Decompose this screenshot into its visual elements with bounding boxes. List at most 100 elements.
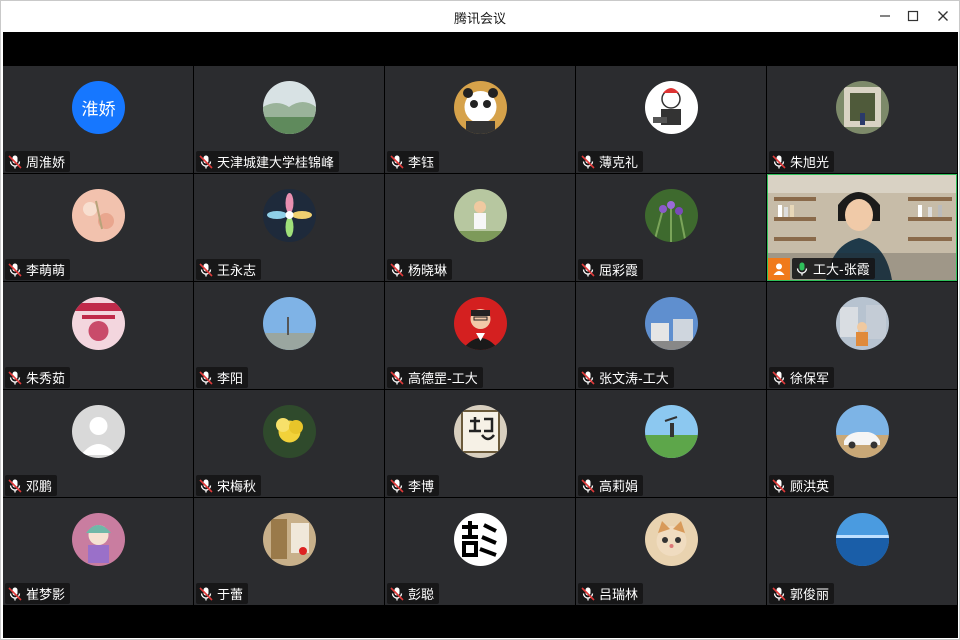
participant-name-tag: 于蕾 [196, 583, 249, 604]
participant-name: 天津城建大学桂锦峰 [217, 156, 335, 171]
maximize-button[interactable] [900, 5, 926, 27]
participant-tile[interactable]: 朱旭光 [767, 66, 957, 173]
participant-tile[interactable]: 吕瑞林 [576, 498, 766, 605]
participant-name: 李萌萌 [26, 264, 66, 279]
participant-grid: 淮娇 周淮娇 天津城建大学桂锦峰 李钰 薄克礼 朱旭光 李萌萌 王永志 杨晓琳 屈彩霞 工大-张霞朱… [3, 66, 958, 606]
participant-name-tag: 邓鹏 [5, 475, 58, 496]
mic-muted-icon [198, 154, 214, 170]
title-bar: 腾讯会议 [1, 1, 959, 32]
participant-name-tag: 李博 [387, 475, 440, 496]
participant-name: 李博 [408, 480, 435, 495]
participant-name: 邓鹏 [26, 480, 53, 495]
participant-tile[interactable]: 张文涛-工大 [576, 282, 766, 389]
avatar [645, 189, 698, 242]
mic-muted-icon [389, 478, 405, 494]
participant-tile[interactable]: 王永志 [194, 174, 384, 281]
participant-tile[interactable]: 天津城建大学桂锦峰 [194, 66, 384, 173]
participant-tile[interactable]: 李阳 [194, 282, 384, 389]
avatar [645, 513, 698, 566]
mic-muted-icon [580, 370, 596, 386]
avatar [645, 81, 698, 134]
mic-muted-icon [580, 586, 596, 602]
avatar [836, 513, 889, 566]
participant-tile[interactable]: 淮娇周淮娇 [3, 66, 193, 173]
app-window: 腾讯会议 淮娇 周淮娇 天津城建大学桂锦峰 李钰 薄克礼 朱旭光 李萌萌 王永志 杨晓琳 屈彩霞工… [0, 0, 960, 640]
minimize-icon [880, 15, 890, 17]
participant-name: 张文涛-工大 [599, 372, 669, 387]
participant-tile[interactable]: 顾洪英 [767, 390, 957, 497]
mic-muted-icon [389, 586, 405, 602]
participant-name-tag: 张文涛-工大 [578, 367, 674, 388]
participant-name: 崔梦影 [26, 588, 66, 603]
participant-name: 杨晓琳 [408, 264, 448, 279]
mic-muted-icon [198, 478, 214, 494]
avatar-initials: 淮娇 [81, 100, 116, 120]
mic-muted-icon [771, 370, 787, 386]
avatar: 淮娇 [72, 81, 125, 134]
participant-name: 薄克礼 [599, 156, 639, 171]
participant-name: 吕瑞林 [599, 588, 639, 603]
participant-name: 李钰 [408, 156, 435, 171]
avatar [263, 81, 316, 134]
minimize-button[interactable] [872, 5, 898, 27]
avatar [72, 189, 125, 242]
mic-muted-icon [198, 370, 214, 386]
participant-name-tag: 周淮娇 [5, 151, 71, 172]
participant-tile[interactable]: 朱秀茹 [3, 282, 193, 389]
participant-name: 高莉娟 [599, 480, 639, 495]
maximize-icon [907, 10, 919, 22]
participant-name-tag: 王永志 [196, 259, 262, 280]
participant-name: 郭俊丽 [790, 588, 830, 603]
participant-tile[interactable]: 于蕾 [194, 498, 384, 605]
participant-tile[interactable]: 郭俊丽 [767, 498, 957, 605]
mic-muted-icon [7, 586, 23, 602]
participant-name-tag: 宋梅秋 [196, 475, 262, 496]
participant-name-tag: 吕瑞林 [578, 583, 644, 604]
participant-name: 彭聪 [408, 588, 435, 603]
participant-name-tag: 朱旭光 [769, 151, 835, 172]
mic-muted-icon [771, 586, 787, 602]
participant-tile[interactable]: 工大-张霞 [767, 174, 957, 281]
host-icon [768, 258, 790, 280]
participant-tile[interactable]: 屈彩霞 [576, 174, 766, 281]
mic-muted-icon [771, 154, 787, 170]
avatar [454, 297, 507, 350]
mic-muted-icon [389, 370, 405, 386]
mic-icon [794, 261, 810, 277]
avatar [645, 405, 698, 458]
participant-name-tag: 屈彩霞 [578, 259, 644, 280]
participant-tile[interactable]: 高德罡-工大 [385, 282, 575, 389]
avatar [263, 189, 316, 242]
participant-name: 屈彩霞 [599, 264, 639, 279]
close-button[interactable] [930, 5, 956, 27]
participant-tile[interactable]: 高莉娟 [576, 390, 766, 497]
participant-tile[interactable]: 薄克礼 [576, 66, 766, 173]
mic-muted-icon [580, 262, 596, 278]
close-icon [938, 11, 948, 21]
participant-tile[interactable]: 邓鹏 [3, 390, 193, 497]
participant-tile[interactable]: 徐保军 [767, 282, 957, 389]
participant-tile[interactable]: 宋梅秋 [194, 390, 384, 497]
participant-tile[interactable]: 李钰 [385, 66, 575, 173]
mic-muted-icon [389, 154, 405, 170]
participant-tile[interactable]: 杨晓琳 [385, 174, 575, 281]
participant-name-tag: 顾洪英 [769, 475, 835, 496]
participant-tile[interactable]: 李萌萌 [3, 174, 193, 281]
participant-name-tag: 薄克礼 [578, 151, 644, 172]
participant-name: 宋梅秋 [217, 480, 257, 495]
participant-tile[interactable]: 崔梦影 [3, 498, 193, 605]
mic-muted-icon [198, 262, 214, 278]
avatar [836, 81, 889, 134]
participant-tile[interactable]: 彭聪 [385, 498, 575, 605]
participant-name: 周淮娇 [26, 156, 66, 171]
mic-muted-icon [7, 154, 23, 170]
participant-name-tag: 杨晓琳 [387, 259, 453, 280]
participant-name: 顾洪英 [790, 480, 830, 495]
participant-name: 王永志 [217, 264, 257, 279]
participant-tile[interactable]: 李博 [385, 390, 575, 497]
meeting-stage: 淮娇 周淮娇 天津城建大学桂锦峰 李钰 薄克礼 朱旭光 李萌萌 王永志 杨晓琳 屈彩霞 工大-张霞朱… [3, 32, 958, 638]
participant-name: 于蕾 [217, 588, 244, 603]
avatar [454, 513, 507, 566]
participant-name: 朱旭光 [790, 156, 830, 171]
avatar [836, 405, 889, 458]
